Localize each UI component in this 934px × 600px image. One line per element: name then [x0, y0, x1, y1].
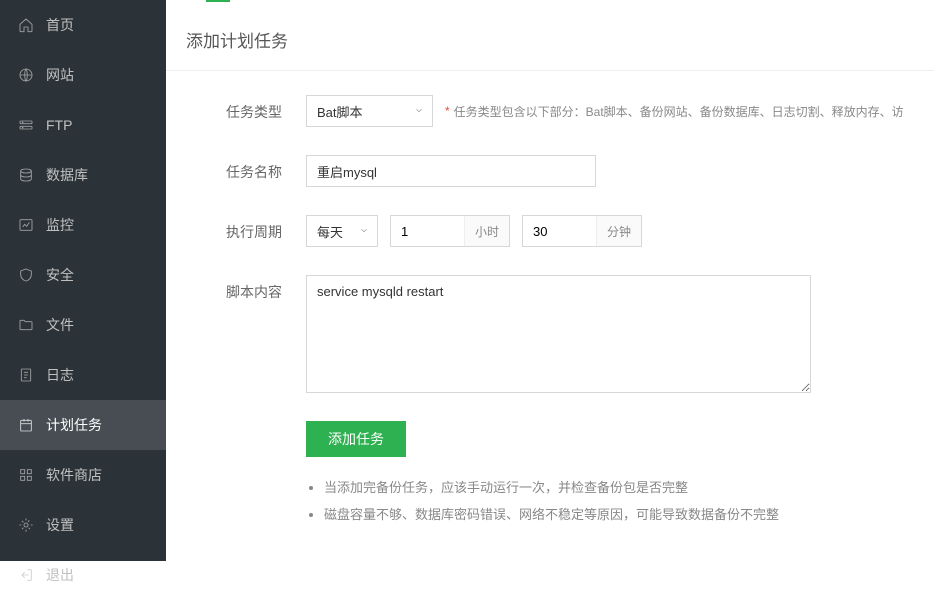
sidebar: 首页 网站 FTP 数据库 监控 安全 文件 日志 计划任务 软件商店 设置 [0, 0, 166, 561]
database-icon [18, 167, 34, 183]
sidebar-item-label: 安全 [46, 265, 74, 285]
sidebar-item-monitor[interactable]: 监控 [0, 200, 166, 250]
calendar-icon [18, 417, 34, 433]
task-type-value: Bat脚本 [317, 102, 363, 121]
sidebar-item-exit[interactable]: 退出 [0, 550, 166, 600]
sidebar-item-label: 监控 [46, 215, 74, 235]
hour-input[interactable] [391, 224, 464, 239]
task-type-help: * 任务类型包含以下部分：Bat脚本、备份网站、备份数据库、日志切割、释放内存、… [445, 103, 904, 120]
ftp-icon [18, 117, 34, 133]
page-title: 添加计划任务 [186, 27, 934, 52]
tab-indicator [166, 0, 934, 3]
sidebar-item-files[interactable]: 文件 [0, 300, 166, 350]
log-icon [18, 367, 34, 383]
sidebar-item-label: 日志 [46, 365, 74, 385]
minute-input-group: 分钟 [522, 215, 642, 247]
monitor-icon [18, 217, 34, 233]
cycle-period-select[interactable]: 每天 [306, 215, 378, 247]
chevron-down-icon [359, 224, 369, 239]
required-asterisk: * [445, 104, 450, 118]
help-text-content: 任务类型包含以下部分：Bat脚本、备份网站、备份数据库、日志切割、释放内存、访 [454, 103, 904, 120]
notes-list: 当添加完备份任务，应该手动运行一次，并检查备份包是否完整 磁盘容量不够、数据库密… [166, 477, 934, 523]
row-task-type: 任务类型 Bat脚本 * 任务类型包含以下部分：Bat脚本、备份网站、备份数据库… [166, 95, 934, 127]
sidebar-item-label: 文件 [46, 315, 74, 335]
task-type-select[interactable]: Bat脚本 [306, 95, 433, 127]
row-script: 脚本内容 service mysqld restart [166, 275, 934, 393]
hour-unit: 小时 [464, 216, 509, 246]
sidebar-item-label: 数据库 [46, 165, 88, 185]
sidebar-item-label: 网站 [46, 65, 74, 85]
sidebar-item-ftp[interactable]: FTP [0, 100, 166, 150]
page-header: 添加计划任务 [166, 3, 934, 71]
sidebar-item-label: 首页 [46, 15, 74, 35]
sidebar-item-database[interactable]: 数据库 [0, 150, 166, 200]
sidebar-item-settings[interactable]: 设置 [0, 500, 166, 550]
home-icon [18, 17, 34, 33]
chevron-down-icon [414, 104, 424, 119]
task-name-input[interactable] [306, 155, 596, 187]
label-task-name: 任务名称 [226, 155, 306, 182]
sidebar-item-label: 计划任务 [46, 415, 102, 435]
hour-input-group: 小时 [390, 215, 510, 247]
sidebar-item-label: 设置 [46, 515, 74, 535]
row-cycle: 执行周期 每天 小时 分钟 [166, 215, 934, 247]
label-script: 脚本内容 [226, 275, 306, 302]
main-content: 添加计划任务 任务类型 Bat脚本 * 任务类型包含以下部分：Bat脚本、备份网… [166, 0, 934, 561]
cycle-period-value: 每天 [317, 222, 343, 241]
apps-icon [18, 467, 34, 483]
sidebar-item-logs[interactable]: 日志 [0, 350, 166, 400]
exit-icon [18, 567, 34, 583]
gear-icon [18, 517, 34, 533]
sidebar-item-label: 退出 [46, 565, 74, 585]
script-textarea[interactable]: service mysqld restart [306, 275, 811, 393]
submit-button[interactable]: 添加任务 [306, 421, 406, 457]
sidebar-item-cron[interactable]: 计划任务 [0, 400, 166, 450]
note-item: 磁盘容量不够、数据库密码错误、网络不稳定等原因，可能导致数据备份不完整 [324, 504, 934, 523]
folder-icon [18, 317, 34, 333]
shield-icon [18, 267, 34, 283]
sidebar-item-website[interactable]: 网站 [0, 50, 166, 100]
form: 任务类型 Bat脚本 * 任务类型包含以下部分：Bat脚本、备份网站、备份数据库… [166, 71, 934, 523]
sidebar-item-store[interactable]: 软件商店 [0, 450, 166, 500]
label-task-type: 任务类型 [226, 95, 306, 122]
globe-icon [18, 67, 34, 83]
minute-unit: 分钟 [596, 216, 641, 246]
sidebar-item-security[interactable]: 安全 [0, 250, 166, 300]
row-submit: 添加任务 [166, 421, 934, 457]
sidebar-item-label: 软件商店 [46, 465, 102, 485]
label-cycle: 执行周期 [226, 215, 306, 242]
minute-input[interactable] [523, 224, 596, 239]
sidebar-item-home[interactable]: 首页 [0, 0, 166, 50]
sidebar-item-label: FTP [46, 117, 72, 133]
row-task-name: 任务名称 [166, 155, 934, 187]
note-item: 当添加完备份任务，应该手动运行一次，并检查备份包是否完整 [324, 477, 934, 496]
